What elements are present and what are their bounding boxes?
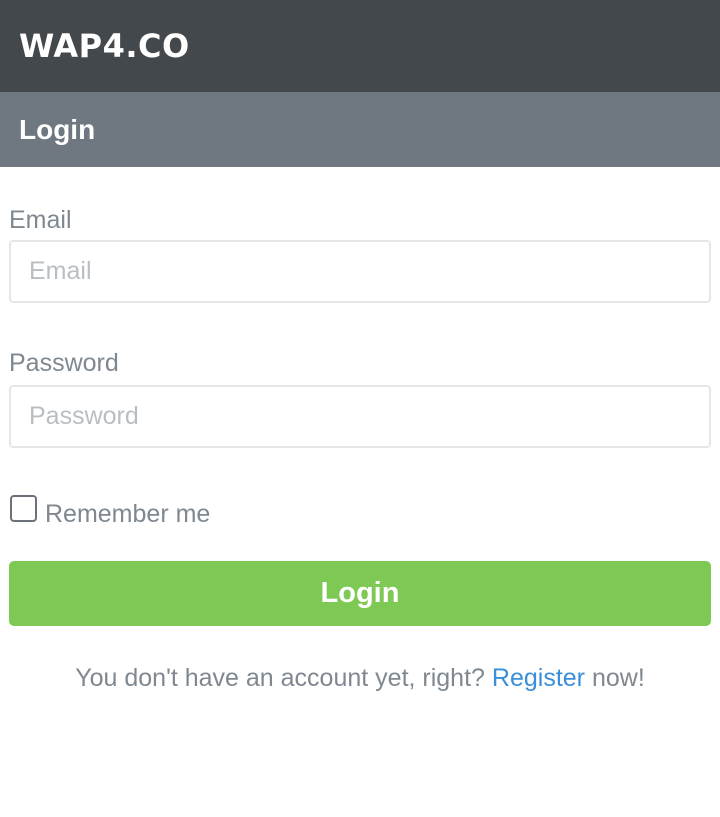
password-label: Password [9, 349, 119, 377]
top-bar: WAP4.CO [0, 0, 720, 92]
password-input[interactable] [9, 385, 711, 448]
register-prompt-suffix: now! [591, 664, 645, 692]
register-link[interactable]: Register [492, 664, 585, 692]
site-logo[interactable]: WAP4.CO [19, 30, 190, 62]
page-title: Login [19, 113, 96, 145]
remember-me-label[interactable]: Remember me [45, 500, 210, 529]
register-prompt: You don't have an account yet, right? Re… [9, 664, 711, 693]
register-prompt-text: You don't have an account yet, right? [75, 664, 485, 692]
email-input[interactable] [9, 240, 711, 303]
login-button[interactable]: Login [9, 561, 711, 626]
login-form: Email Password Remember me Login You don… [0, 205, 720, 693]
remember-me-row[interactable]: Remember me [9, 493, 711, 529]
page-title-bar: Login [0, 92, 720, 167]
email-label: Email [9, 206, 72, 234]
remember-me-checkbox[interactable] [10, 494, 37, 522]
login-page: WAP4.CO Login Email Password Remember me… [0, 0, 720, 817]
